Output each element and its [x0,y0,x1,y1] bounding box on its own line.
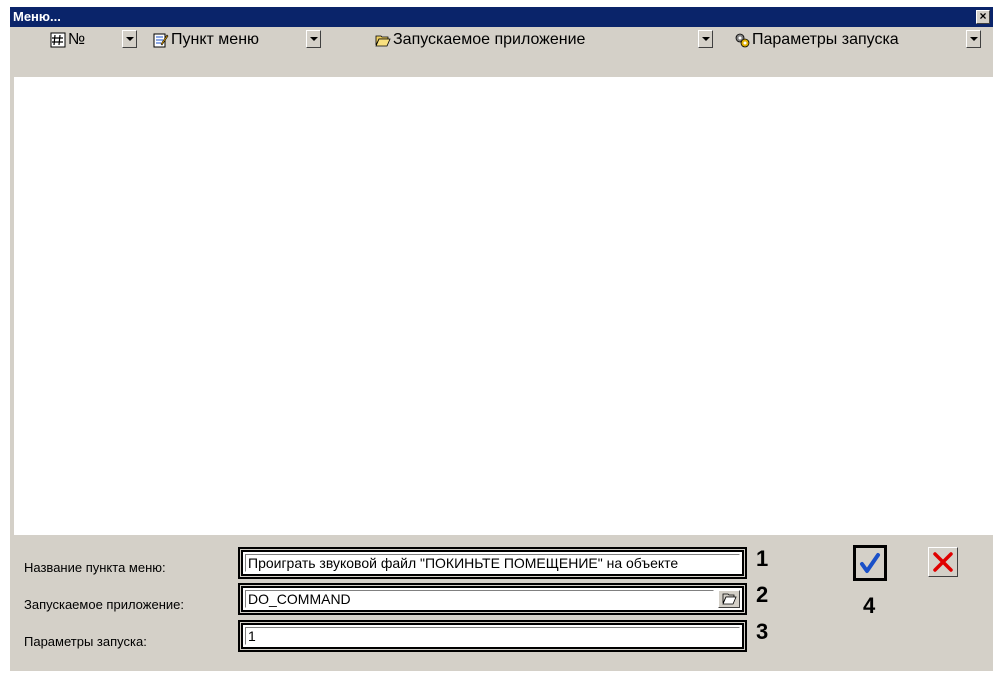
title-bar[interactable]: Меню... × [10,7,993,27]
ok-button[interactable] [853,545,887,581]
column-label-application: Запускаемое приложение [393,30,586,48]
delete-x-icon [933,552,953,572]
column-parameters-dropdown[interactable] [966,30,981,48]
column-header-menu-item[interactable]: Пункт меню [153,29,259,50]
parameters-input[interactable]: 1 [238,620,747,652]
column-header-application[interactable]: Запускаемое приложение [375,29,585,50]
callout-3: 3 [756,619,769,644]
application-input[interactable]: DO_COMMAND [238,583,747,615]
parameters-value: 1 [245,627,740,645]
menu-item-name-label: Название пункта меню: [24,560,166,575]
grid-header: № Пункт меню Запускаемое приложение Пара… [10,27,993,77]
column-header-number[interactable]: № [50,29,85,50]
menu-items-grid[interactable] [14,77,993,542]
close-icon: × [979,9,987,23]
cancel-button[interactable] [928,547,958,577]
callout-4: 4 [863,593,876,618]
menu-dialog: Меню... × № Пункт меню Запускаемое прило… [10,7,993,671]
edit-panel: Название пункта меню: Проиграть звуковой… [10,535,993,671]
hash-icon [50,32,66,47]
column-label-parameters: Параметры запуска [752,30,899,48]
menu-item-name-input[interactable]: Проиграть звуковой файл "ПОКИНЬТЕ ПОМЕЩЕ… [238,547,747,579]
callout-2: 2 [756,582,769,607]
browse-button[interactable] [718,590,740,608]
column-application-dropdown[interactable] [698,30,713,48]
column-label-menu-item: Пункт меню [171,30,260,48]
application-value: DO_COMMAND [245,590,714,608]
open-folder-icon [722,593,737,605]
edit-icon [153,33,169,47]
checkmark-icon [860,553,880,573]
column-number-dropdown[interactable] [122,30,137,48]
column-menu-item-dropdown[interactable] [306,30,321,48]
application-label: Запускаемое приложение: [24,597,184,612]
callout-1: 1 [756,546,769,571]
close-button[interactable]: × [976,10,990,24]
menu-item-name-value: Проиграть звуковой файл "ПОКИНЬТЕ ПОМЕЩЕ… [245,554,740,572]
gears-icon [735,33,750,47]
window-title: Меню... [13,9,61,24]
parameters-label: Параметры запуска: [24,634,147,649]
column-label-number: № [68,30,86,48]
open-folder-icon [375,35,391,46]
column-header-parameters[interactable]: Параметры запуска [734,29,899,50]
